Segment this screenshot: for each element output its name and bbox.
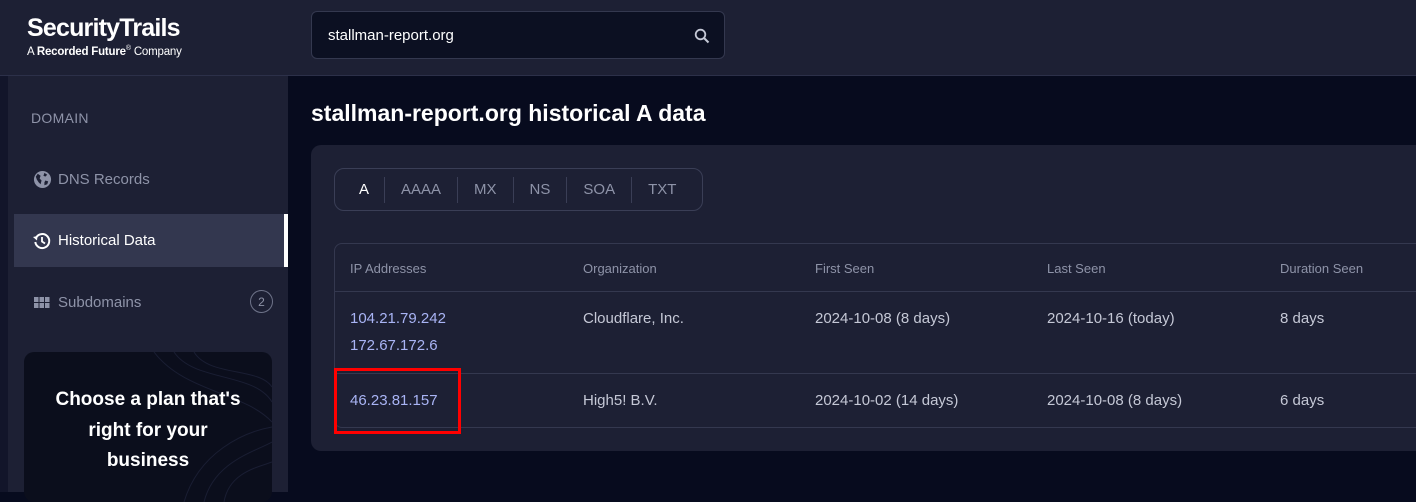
logo-wordmark: SecurityTrails — [27, 14, 181, 42]
upgrade-plan-text: Choose a plan that's right for your busi… — [24, 385, 272, 477]
historical-data-card: A AAAA MX NS SOA TXT IP Addresses Organi… — [311, 145, 1416, 451]
tab-a[interactable]: A — [343, 177, 384, 203]
sidebar: DOMAIN DNS Records Historical Data Subdo… — [0, 76, 288, 502]
historical-a-table: IP Addresses Organization First Seen Las… — [334, 243, 1416, 428]
first-seen-cell: 2024-10-02 (14 days) — [815, 392, 959, 409]
subdomain-count-badge: 2 — [250, 290, 273, 313]
ip-address-link[interactable]: 104.21.79.242 — [350, 310, 446, 327]
search-icon[interactable] — [694, 28, 710, 44]
column-header[interactable]: IP Addresses — [350, 261, 426, 276]
tab-txt[interactable]: TXT — [631, 176, 692, 203]
column-header[interactable]: Organization — [583, 261, 657, 276]
table-row: 46.23.81.157 High5! B.V. 2024-10-02 (14 … — [335, 374, 1416, 427]
table-row: 104.21.79.242 172.67.172.6 Cloudflare, I… — [335, 292, 1416, 374]
logo-tagline-brand: Recorded Future — [36, 45, 126, 58]
table-header: IP Addresses Organization First Seen Las… — [335, 244, 1416, 292]
logo-tagline-suffix: Company — [130, 45, 182, 58]
history-icon — [32, 231, 52, 251]
promo-line: right for your — [88, 419, 208, 441]
logo[interactable]: SecurityTrails A Recorded Future® Compan… — [27, 14, 182, 59]
upgrade-plan-card[interactable]: Choose a plan that's right for your busi… — [24, 352, 272, 502]
grid-icon — [32, 293, 52, 313]
globe-icon — [32, 170, 52, 190]
column-header[interactable]: Last Seen — [1047, 261, 1106, 276]
sidebar-item-subdomains[interactable]: Subdomains 2 — [14, 276, 288, 329]
promo-line: business — [106, 450, 190, 471]
logo-tagline: A Recorded Future® Company — [27, 42, 182, 59]
sidebar-edge — [0, 76, 8, 492]
duration-cell: 6 days — [1280, 392, 1325, 409]
duration-cell: 8 days — [1280, 310, 1325, 327]
tab-mx[interactable]: MX — [457, 176, 513, 203]
last-seen-cell: 2024-10-16 (today) — [1047, 310, 1175, 327]
sidebar-item-label: Subdomains — [58, 294, 142, 311]
column-header[interactable]: Duration Seen — [1280, 261, 1363, 276]
sidebar-item-historical-data[interactable]: Historical Data — [14, 214, 288, 267]
search-value[interactable]: stallman-report.org — [328, 27, 454, 44]
top-bar: SecurityTrails A Recorded Future® Compan… — [0, 0, 1416, 76]
highlight-box — [334, 368, 461, 434]
sidebar-section-label: DOMAIN — [31, 110, 89, 126]
promo-line: Choose a plan that's — [55, 389, 241, 410]
last-seen-cell: 2024-10-08 (8 days) — [1047, 392, 1183, 409]
record-type-tabs: A AAAA MX NS SOA TXT — [334, 168, 703, 211]
sidebar-item-label: DNS Records — [58, 171, 150, 188]
sidebar-item-label: Historical Data — [58, 232, 156, 249]
tab-ns[interactable]: NS — [512, 176, 567, 203]
tab-aaaa[interactable]: AAAA — [384, 176, 457, 203]
column-header[interactable]: First Seen — [815, 261, 874, 276]
tab-soa[interactable]: SOA — [566, 176, 631, 203]
logo-tagline-prefix: A — [27, 45, 37, 58]
organization-cell: Cloudflare, Inc. — [583, 310, 684, 327]
organization-cell: High5! B.V. — [583, 392, 658, 409]
search-input[interactable]: stallman-report.org — [311, 11, 725, 59]
ip-address-link[interactable]: 172.67.172.6 — [350, 337, 438, 354]
first-seen-cell: 2024-10-08 (8 days) — [815, 310, 951, 327]
sidebar-item-dns-records[interactable]: DNS Records — [14, 153, 288, 206]
page-title: stallman-report.org historical A data — [311, 100, 706, 126]
